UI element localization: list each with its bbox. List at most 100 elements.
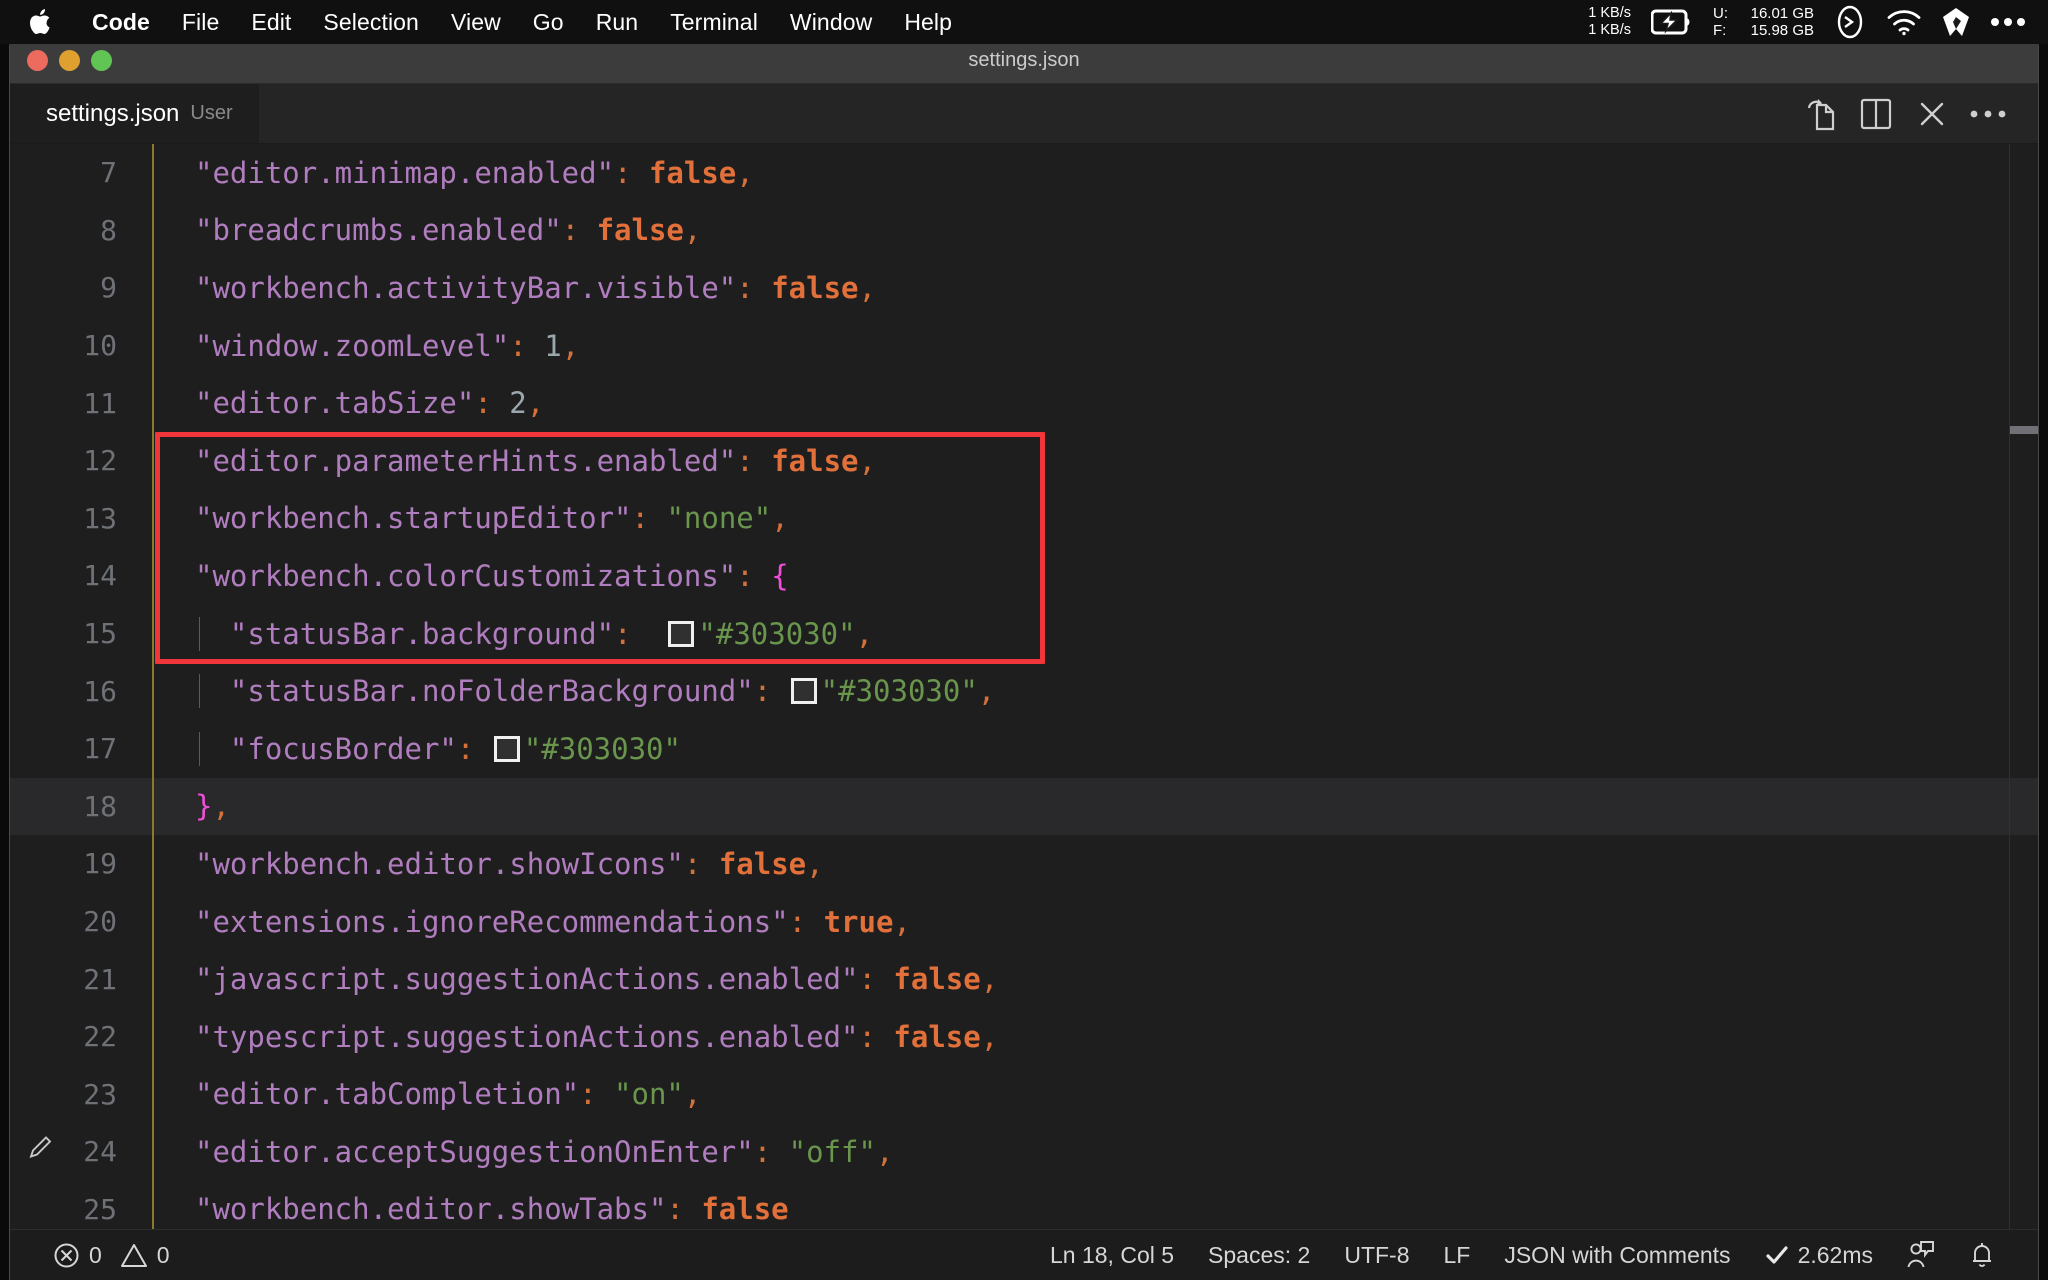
line-number: 19 xyxy=(10,847,153,880)
code-token: } xyxy=(195,789,213,824)
dropbox-icon[interactable] xyxy=(1942,7,1970,37)
code-token: false xyxy=(893,962,981,997)
code-token: "#303030" xyxy=(820,674,978,709)
code-line[interactable]: 14 "workbench.colorCustomizations": { xyxy=(10,547,2038,605)
code-line[interactable]: 10 "window.zoomLevel": 1, xyxy=(10,317,2038,375)
window-title-bar: settings.json xyxy=(10,37,2038,84)
code-token: : xyxy=(579,1077,597,1112)
terminal-prompt-icon[interactable] xyxy=(1834,5,1866,39)
code-line[interactable]: 13 "workbench.startupEditor": "none", xyxy=(10,490,2038,548)
status-bar-right: Ln 18, Col 5 Spaces: 2 UTF-8 LF JSON wit… xyxy=(1033,1240,2038,1270)
code-line[interactable]: 7 "editor.minimap.enabled": false, xyxy=(10,144,2038,202)
wifi-icon[interactable] xyxy=(1886,9,1922,36)
tab-settings-json[interactable]: settings.json User xyxy=(10,84,260,143)
control-center-icon[interactable] xyxy=(1990,17,2026,27)
language-mode[interactable]: JSON with Comments xyxy=(1487,1242,1747,1269)
line-number-value: 21 xyxy=(83,962,117,996)
menu-item-file[interactable]: File xyxy=(166,9,235,36)
code-line-content: "statusBar.noFolderBackground": "#303030… xyxy=(153,674,2038,709)
split-editor-icon[interactable] xyxy=(1848,86,1904,142)
color-swatch[interactable] xyxy=(493,735,520,762)
code-token: : xyxy=(614,616,632,651)
active-indent-guide xyxy=(152,144,154,1229)
pencil-icon[interactable] xyxy=(24,1133,54,1170)
file-encoding[interactable]: UTF-8 xyxy=(1327,1242,1426,1269)
indentation-setting[interactable]: Spaces: 2 xyxy=(1191,1242,1327,1269)
tokenization-time-value: 2.62ms xyxy=(1797,1241,1873,1268)
open-changes-icon[interactable] xyxy=(1792,86,1848,142)
code-line[interactable]: 15 "statusBar.background": "#303030", xyxy=(10,605,2038,663)
cursor-position[interactable]: Ln 18, Col 5 xyxy=(1033,1242,1191,1269)
code-line[interactable]: 9 "workbench.activityBar.visible": false, xyxy=(10,259,2038,317)
code-line[interactable]: 12 "editor.parameterHints.enabled": false… xyxy=(10,432,2038,490)
line-number: 21 xyxy=(10,963,153,996)
code-token: : xyxy=(858,962,876,997)
close-editor-icon[interactable] xyxy=(1904,86,1960,142)
code-token: "on" xyxy=(614,1077,684,1112)
code-token: , xyxy=(526,386,545,421)
color-swatch[interactable] xyxy=(790,678,817,705)
code-token: "focusBorder" xyxy=(229,731,457,766)
code-line[interactable]: 23 "editor.tabCompletion": "on", xyxy=(10,1066,2038,1124)
code-token: "window.zoomLevel" xyxy=(195,328,510,363)
status-bar: 0 0 Ln 18, Col 5 Spaces: 2 UTF-8 LF JSON… xyxy=(10,1229,2038,1280)
line-number-value: 10 xyxy=(83,329,117,363)
menu-item-edit[interactable]: Edit xyxy=(235,9,307,36)
menu-item-go[interactable]: Go xyxy=(517,9,580,36)
network-speed-indicator[interactable]: 1 KB/s 1 KB/s xyxy=(1588,5,1631,39)
editor-vertical-scrollbar[interactable] xyxy=(2010,144,2038,1229)
code-line[interactable]: 25 "workbench.editor.showTabs": false xyxy=(10,1181,2038,1229)
code-editor[interactable]: 7 "editor.minimap.enabled": false, 8 "bread… xyxy=(10,144,2038,1229)
code-line[interactable]: 17 "focusBorder": "#303030" xyxy=(10,720,2038,778)
memory-usage-indicator[interactable]: U: 16.01 GB F: 15.98 GB xyxy=(1713,5,1814,39)
code-line[interactable]: 19 "workbench.editor.showIcons": false, xyxy=(10,835,2038,893)
code-line[interactable]: 22 "typescript.suggestionActions.enabled"… xyxy=(10,1008,2038,1066)
code-token: "editor.parameterHints.enabled" xyxy=(195,443,737,478)
battery-charging-icon[interactable] xyxy=(1651,9,1693,35)
menu-item-window[interactable]: Window xyxy=(774,9,888,36)
more-actions-icon[interactable] xyxy=(1960,86,2016,142)
line-number: 16 xyxy=(10,675,153,708)
code-line[interactable]: 8 "breadcrumbs.enabled": false, xyxy=(10,202,2038,260)
menu-item-help[interactable]: Help xyxy=(888,9,968,36)
code-line[interactable]: 11 "editor.tabSize": 2, xyxy=(10,374,2038,432)
code-token: 1 xyxy=(544,328,562,363)
menu-item-selection[interactable]: Selection xyxy=(307,9,435,36)
line-number-value: 15 xyxy=(83,617,117,651)
bell-icon[interactable] xyxy=(1952,1240,2012,1270)
close-button[interactable] xyxy=(27,49,48,71)
code-line[interactable]: 24 "editor.acceptSuggestionOnEnter": "off… xyxy=(10,1123,2038,1181)
end-of-line-sequence[interactable]: LF xyxy=(1427,1242,1488,1269)
code-line[interactable]: 20 "extensions.ignoreRecommendations": tr… xyxy=(10,893,2038,951)
line-number: 11 xyxy=(10,387,153,420)
color-swatch[interactable] xyxy=(668,620,695,647)
code-line[interactable]: 21 "javascript.suggestionActions.enabled"… xyxy=(10,950,2038,1008)
line-number-value: 25 xyxy=(83,1192,117,1226)
menu-item-run[interactable]: Run xyxy=(580,9,655,36)
minimize-button[interactable] xyxy=(59,49,80,71)
tokenization-time[interactable]: 2.62ms xyxy=(1748,1242,1890,1269)
menu-item-terminal[interactable]: Terminal xyxy=(654,9,774,36)
line-number-value: 9 xyxy=(100,271,117,305)
code-line[interactable]: 16 "statusBar.noFolderBackground": "#303… xyxy=(10,662,2038,720)
line-number-value: 12 xyxy=(83,444,117,478)
apple-logo-icon[interactable] xyxy=(24,5,58,39)
problems-indicator[interactable]: 0 0 xyxy=(36,1242,187,1269)
menu-item-code[interactable]: Code xyxy=(76,9,166,36)
code-token: , xyxy=(855,616,874,651)
menu-item-view[interactable]: View xyxy=(435,9,517,36)
code-token: "editor.tabSize" xyxy=(195,386,475,421)
feedback-person-icon[interactable] xyxy=(1890,1240,1952,1270)
code-line[interactable]: 18}, xyxy=(10,777,2038,836)
code-line-content: "focusBorder": "#303030" xyxy=(153,731,2038,766)
maximize-button[interactable] xyxy=(91,49,112,71)
code-token: : xyxy=(614,155,632,190)
code-token: : xyxy=(788,904,807,939)
memory-used-label: U: xyxy=(1713,5,1728,22)
line-number-value: 19 xyxy=(83,847,117,881)
